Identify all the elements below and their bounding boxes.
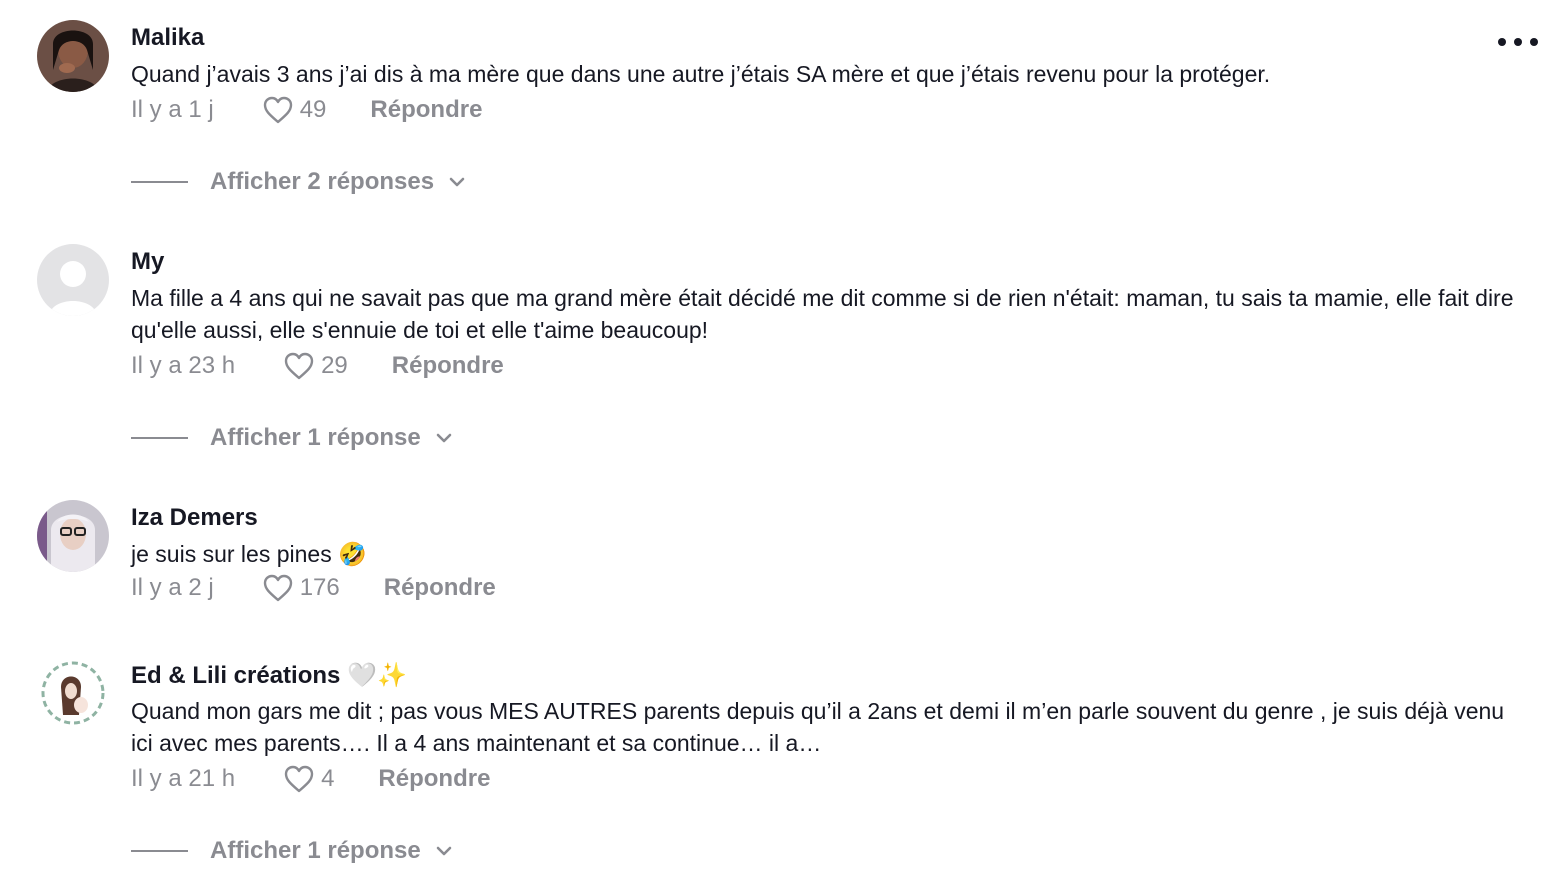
comment-meta: Il y a 21 h 4 Répondre bbox=[131, 763, 490, 795]
laughing-emoji: 🤣 bbox=[338, 542, 367, 568]
username[interactable]: Iza Demers bbox=[131, 504, 258, 532]
reply-button[interactable]: Répondre bbox=[370, 96, 482, 124]
show-replies-label: Afficher 2 réponses bbox=[210, 168, 435, 195]
reply-button[interactable]: Répondre bbox=[384, 574, 496, 602]
username-text: Ed & Lili créations bbox=[131, 662, 341, 689]
like-button[interactable]: 176 bbox=[262, 573, 340, 603]
comment-time: Il y a 2 j bbox=[131, 574, 214, 601]
comment-text: Quand mon gars me dit ; pas vous MES AUT… bbox=[131, 698, 1505, 756]
divider-line bbox=[131, 437, 188, 439]
comment-time: Il y a 23 h bbox=[131, 352, 236, 379]
heart-outline-icon bbox=[263, 574, 292, 602]
like-count: 4 bbox=[321, 765, 335, 792]
comment-meta: Il y a 1 j 49 Répondre bbox=[131, 94, 482, 126]
chevron-down-icon bbox=[436, 846, 452, 856]
avatar[interactable] bbox=[37, 500, 109, 572]
comment-time: Il y a 1 j bbox=[131, 96, 214, 123]
chevron-down-icon bbox=[436, 433, 452, 443]
comment-meta: Il y a 2 j 176 Répondre bbox=[131, 572, 496, 604]
heart-outline-icon bbox=[263, 96, 292, 124]
avatar-photo-icon bbox=[37, 20, 109, 92]
comment-meta: Il y a 23 h 29 Répondre bbox=[131, 350, 504, 382]
reply-button[interactable]: Répondre bbox=[392, 352, 504, 380]
avatar[interactable] bbox=[37, 20, 109, 92]
avatar[interactable] bbox=[37, 657, 109, 729]
avatar-logo-icon bbox=[37, 657, 109, 729]
comment-time: Il y a 21 h bbox=[131, 765, 236, 792]
show-replies-label: Afficher 1 réponse bbox=[210, 837, 421, 864]
heart-outline-icon bbox=[284, 765, 314, 793]
username[interactable]: Ed & Lili créations 🤍✨ bbox=[131, 661, 407, 690]
show-replies-button[interactable]: Afficher 2 réponses bbox=[131, 166, 466, 198]
more-dot bbox=[1514, 38, 1522, 46]
comment-text: Quand j’avais 3 ans j’ai dis à ma mère q… bbox=[131, 61, 1271, 87]
divider-line bbox=[131, 850, 188, 852]
avatar-photo-icon bbox=[37, 500, 109, 572]
like-button[interactable]: 29 bbox=[283, 351, 348, 381]
more-dot bbox=[1530, 38, 1538, 46]
like-count: 29 bbox=[321, 352, 348, 379]
username[interactable]: Malika bbox=[131, 24, 204, 52]
default-avatar-icon bbox=[37, 244, 109, 316]
like-button[interactable]: 4 bbox=[283, 764, 334, 794]
reply-button[interactable]: Répondre bbox=[378, 765, 490, 793]
more-dot bbox=[1498, 38, 1506, 46]
comment-text: Ma fille a 4 ans qui ne savait pas que m… bbox=[131, 285, 1514, 343]
heart-outline-icon bbox=[284, 352, 314, 380]
show-replies-button[interactable]: Afficher 1 réponse bbox=[131, 422, 453, 454]
comment-text: je suis sur les pines 🤣 bbox=[131, 538, 1531, 571]
chevron-down-icon bbox=[449, 177, 465, 187]
more-options-button[interactable] bbox=[1498, 36, 1538, 48]
like-button[interactable]: 49 bbox=[262, 95, 327, 125]
show-replies-button[interactable]: Afficher 1 réponse bbox=[131, 835, 453, 867]
comment-text-body: je suis sur les pines bbox=[131, 541, 332, 567]
show-replies-label: Afficher 1 réponse bbox=[210, 424, 421, 451]
avatar[interactable] bbox=[37, 244, 109, 316]
username[interactable]: My bbox=[131, 248, 164, 276]
divider-line bbox=[131, 181, 188, 183]
like-count: 176 bbox=[299, 574, 340, 601]
username-emoji: 🤍✨ bbox=[347, 661, 407, 689]
like-count: 49 bbox=[299, 96, 327, 123]
